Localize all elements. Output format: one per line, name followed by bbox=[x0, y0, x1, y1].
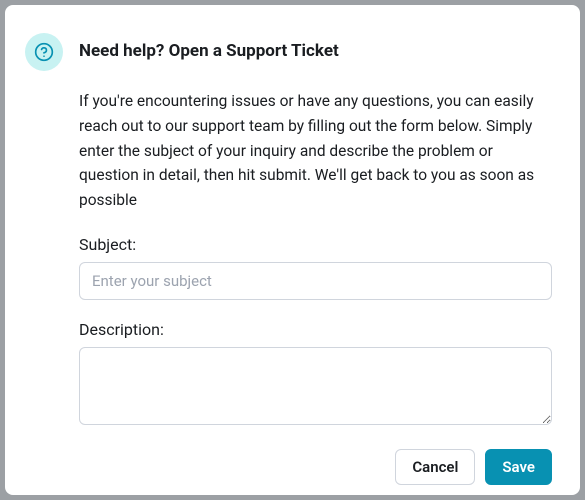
save-button[interactable]: Save bbox=[485, 449, 552, 485]
description-textarea[interactable] bbox=[79, 347, 552, 425]
subject-label: Subject: bbox=[79, 235, 552, 254]
question-circle-icon bbox=[34, 42, 54, 62]
description-label: Description: bbox=[79, 320, 552, 339]
modal-title: Need help? Open a Support Ticket bbox=[79, 41, 339, 61]
cancel-button[interactable]: Cancel bbox=[395, 449, 475, 485]
modal-footer: Cancel Save bbox=[79, 449, 552, 485]
modal-content: If you're encountering issues or have an… bbox=[79, 89, 552, 485]
subject-input[interactable] bbox=[79, 262, 552, 300]
support-ticket-modal: Need help? Open a Support Ticket If you'… bbox=[5, 5, 580, 495]
modal-description: If you're encountering issues or have an… bbox=[79, 89, 552, 213]
modal-header: Need help? Open a Support Ticket bbox=[25, 33, 552, 71]
help-icon-container bbox=[25, 33, 63, 71]
